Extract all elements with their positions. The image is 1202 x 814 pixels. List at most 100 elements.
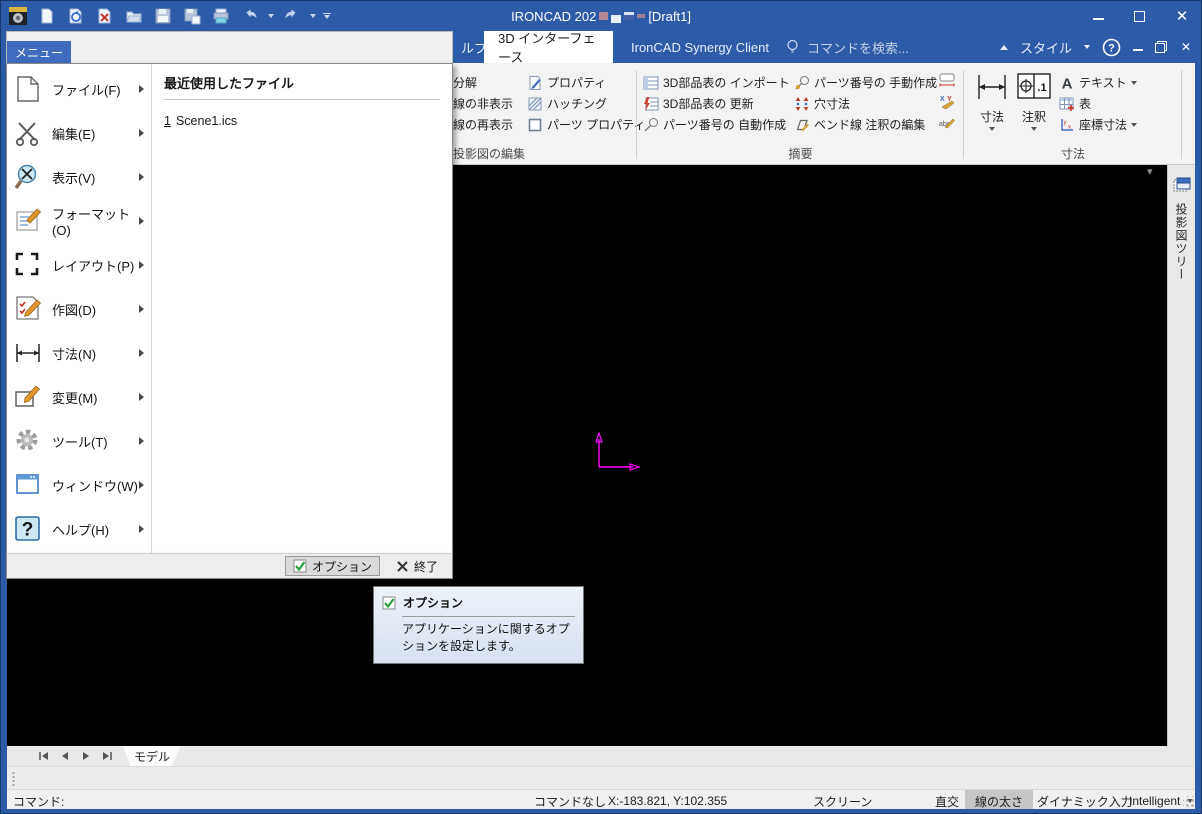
redo-dropdown-arrow[interactable] — [310, 14, 316, 18]
bom-import-icon — [643, 75, 659, 91]
dimension-icon — [975, 69, 1009, 105]
menu-item-draw[interactable]: 作図(D) — [7, 287, 151, 331]
recent-file-item[interactable]: 1Scene1.ics — [164, 114, 440, 128]
annotation-big-button[interactable]: .1 注釈 — [1014, 69, 1054, 153]
open-folder-icon[interactable] — [123, 5, 145, 27]
balloon-auto-icon — [643, 117, 659, 133]
close-document-icon[interactable] — [94, 5, 116, 27]
options-check-icon — [382, 596, 396, 610]
svg-text:?: ? — [22, 520, 34, 541]
coordinate-dimension-icon: yx — [1059, 117, 1075, 133]
edit-text-button[interactable]: abc — [937, 113, 957, 131]
menu-item-format[interactable]: フォーマット(O) — [7, 199, 151, 243]
redo-icon[interactable] — [281, 5, 303, 27]
recent-files-header: 最近使用したファイル — [164, 73, 440, 100]
command-strip[interactable] — [7, 766, 1197, 789]
ribbon-item[interactable]: 線の非表示 — [453, 93, 513, 114]
quick-access-toolbar — [7, 3, 331, 29]
menu-item-edit[interactable]: 編集(E) — [7, 111, 151, 155]
tooltip-title: オプション — [403, 594, 463, 611]
resize-grip[interactable] — [1183, 796, 1195, 808]
coordinate-dimension-button[interactable]: yx 座標寸法 — [1059, 114, 1137, 135]
save-as-icon[interactable] — [181, 5, 203, 27]
menu-item-file[interactable]: ファイル(F) — [7, 67, 151, 111]
exit-button[interactable]: 終了 — [392, 556, 442, 576]
ribbon-item[interactable]: ベンド線 注釈の編集 — [794, 114, 925, 135]
table-button[interactable]: 表 — [1059, 93, 1091, 114]
first-sheet-button[interactable] — [37, 750, 50, 762]
menu-item-tools[interactable]: ツール(T) — [7, 419, 151, 463]
tab-synergy-client[interactable]: IronCAD Synergy Client — [617, 31, 783, 63]
print-icon[interactable] — [210, 5, 232, 27]
ribbon-item[interactable]: 分解 — [453, 72, 477, 93]
part-properties-icon — [527, 117, 543, 133]
dimension-big-button[interactable]: 寸法 — [972, 69, 1012, 153]
menu-header: メニュー — [6, 31, 453, 63]
help-icon: ? — [13, 514, 43, 544]
previous-sheet-button[interactable] — [58, 750, 71, 762]
open-scene-icon[interactable] — [65, 5, 87, 27]
style-dropdown-arrow[interactable] — [1084, 45, 1090, 49]
projection-tree-label[interactable]: 投影図ツリー — [1173, 203, 1190, 281]
mdi-close-button[interactable]: ✕ — [1179, 40, 1193, 54]
window-controls: ✕ — [1093, 1, 1189, 31]
menu-button[interactable]: メニュー — [7, 41, 71, 63]
text-button[interactable]: A テキスト — [1059, 72, 1137, 93]
edit-coordinate-button[interactable]: XY — [937, 92, 957, 110]
hatch-icon — [527, 96, 543, 112]
tab-3d-interface[interactable]: 3D インターフェース — [484, 31, 613, 63]
tools-icon — [13, 426, 43, 456]
maximize-button[interactable] — [1134, 11, 1145, 22]
projection-tree-tab[interactable] — [1173, 177, 1191, 198]
undo-dropdown-arrow[interactable] — [268, 14, 274, 18]
annotation-icon: .1 — [1016, 69, 1052, 105]
ribbon-item[interactable]: 3D部品表の インポート — [643, 72, 790, 93]
ribbon-item[interactable]: パーツ番号の 手動作成 — [794, 72, 937, 93]
ribbon-item[interactable]: パーツ プロパティ — [527, 114, 645, 135]
mdi-minimize-button[interactable] — [1133, 44, 1143, 51]
sheet-tab-model[interactable]: モデル — [123, 746, 181, 766]
modify-icon — [13, 382, 43, 412]
ribbon-group-label: 摘要 — [637, 145, 964, 162]
menu-item-help[interactable]: ? ヘルプ(H) — [7, 507, 151, 551]
ribbon-item[interactable]: プロパティ — [527, 72, 606, 93]
menu-item-window[interactable]: ウィンドウ(W) — [7, 463, 151, 507]
mdi-restore-button[interactable] — [1155, 41, 1167, 53]
status-bar: コマンド: コマンドなし X:-183.821, Y:102.355 スクリーン… — [7, 789, 1197, 811]
minimize-button[interactable] — [1093, 12, 1104, 20]
menu-item-layout[interactable]: レイアウト(P) — [7, 243, 151, 287]
menu-item-view[interactable]: 表示(V) — [7, 155, 151, 199]
ribbon-item[interactable]: 3D部品表の 更新 — [643, 93, 754, 114]
window-border — [1, 809, 1201, 813]
format-icon — [13, 206, 43, 236]
customize-toolbar-icon[interactable] — [323, 13, 331, 20]
balloon-manual-icon — [794, 75, 810, 91]
collapse-ribbon-icon[interactable] — [1000, 45, 1008, 50]
properties-icon — [527, 75, 543, 91]
ribbon-item[interactable]: ハッチング — [527, 93, 607, 114]
command-search[interactable]: コマンドを検索... — [786, 31, 909, 63]
new-document-icon[interactable] — [36, 5, 58, 27]
undo-icon[interactable] — [239, 5, 261, 27]
projection-tree-icon — [1173, 177, 1191, 193]
dimension-frame-button[interactable] — [937, 71, 957, 89]
ironcad-logo[interactable] — [7, 5, 29, 27]
ribbon-item[interactable]: 穴寸法 — [794, 93, 850, 114]
next-sheet-button[interactable] — [79, 750, 92, 762]
help-icon[interactable]: ? — [1102, 38, 1121, 57]
options-button[interactable]: オプション — [285, 556, 380, 576]
hole-dimension-icon — [794, 96, 810, 112]
title-render-artifact — [599, 12, 608, 20]
canvas-corner-arrow[interactable]: ▾ — [1147, 165, 1153, 178]
ribbon-item[interactable]: パーツ番号の 自動作成 — [643, 114, 786, 135]
last-sheet-button[interactable] — [100, 750, 113, 762]
style-button[interactable]: スタイル — [1020, 38, 1072, 57]
drag-grip[interactable] — [12, 771, 15, 786]
menu-item-dimension[interactable]: 寸法(N) — [7, 331, 151, 375]
window-icon — [13, 470, 43, 500]
svg-text:?: ? — [1108, 42, 1115, 54]
ribbon-item[interactable]: 線の再表示 — [453, 114, 513, 135]
save-icon[interactable] — [152, 5, 174, 27]
menu-item-modify[interactable]: 変更(M) — [7, 375, 151, 419]
close-button[interactable]: ✕ — [1175, 9, 1189, 23]
